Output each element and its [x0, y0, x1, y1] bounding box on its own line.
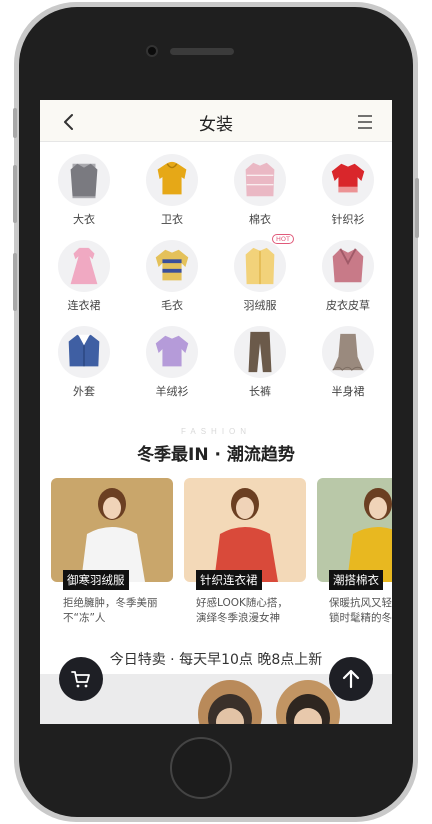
category-label: 连衣裙: [67, 299, 101, 312]
category-label: 棉衣: [249, 213, 271, 226]
hoodie-icon: [157, 161, 187, 195]
category-label: 羽绒服: [243, 299, 277, 312]
category-label: 皮衣皮草: [326, 299, 370, 312]
category-item[interactable]: 外套: [40, 324, 128, 410]
home-button[interactable]: [170, 737, 232, 799]
arrow-up-icon: [342, 669, 360, 689]
trend-card[interactable]: 御寒羽绒服拒绝臃肿，冬季美丽 不“冻”人: [51, 478, 173, 628]
fur-coat-icon: [332, 248, 364, 283]
trend-description: 拒绝臃肿，冬季美丽 不“冻”人: [63, 596, 175, 626]
category-thumb: [58, 240, 110, 292]
trend-photo: [184, 478, 306, 582]
category-thumb: [322, 154, 374, 206]
category-item[interactable]: 长裤: [216, 324, 304, 410]
trend-photo: [317, 478, 392, 582]
trend-desc-line: 保暖抗风又轻: [329, 597, 392, 609]
trend-section-title: 冬季最IN · 潮流趋势: [137, 445, 295, 465]
category-item[interactable]: 棉衣: [216, 152, 304, 238]
model-photo-image: [317, 478, 392, 582]
model-photo-image: [51, 478, 173, 582]
category-thumb: [234, 154, 286, 206]
volume-down-button: [13, 253, 17, 311]
volume-up-button: [13, 165, 17, 223]
category-label: 针织衫: [331, 213, 365, 226]
trend-tag: 潮搭棉衣: [329, 570, 383, 590]
trend-desc-line: 好感LOOK随心搭，: [196, 597, 288, 609]
coat-icon: [70, 163, 98, 199]
padded-jacket-icon: [245, 162, 275, 197]
category-thumb: [322, 326, 374, 378]
skirt-icon: [332, 333, 364, 371]
down-jacket-icon: [245, 247, 275, 285]
category-item[interactable]: HOT 羽绒服: [216, 234, 304, 324]
trend-card[interactable]: 潮搭棉衣保暖抗风又轻 锁时髦精的冬: [317, 478, 392, 628]
category-label: 长裤: [249, 385, 271, 398]
category-thumb: [146, 240, 198, 292]
category-item[interactable]: 皮衣皮草: [304, 238, 392, 324]
category-thumb: [146, 326, 198, 378]
trend-card[interactable]: 针织连衣裙好感LOOK随心搭， 演绎冬季浪漫女神: [184, 478, 306, 628]
category-thumb: [234, 326, 286, 378]
category-item[interactable]: 毛衣: [128, 238, 216, 324]
trend-tag: 御寒羽绒服: [63, 570, 129, 590]
cart-button[interactable]: [59, 657, 103, 701]
trend-desc-line: 拒绝臃肿，冬季美丽: [63, 597, 158, 609]
category-label: 羊绒衫: [155, 385, 189, 398]
category-label: 卫衣: [161, 213, 183, 226]
jacket-icon: [68, 334, 100, 367]
app-screen: 女装 大衣 卫衣 棉衣 针织衫连衣裙 毛衣 HOT 羽绒服 皮衣皮草外套 羊绒衫 长裤 半身裙 FA…: [40, 100, 392, 724]
category-item[interactable]: 大衣: [40, 152, 128, 238]
category-thumb: HOT: [234, 234, 294, 292]
category-label: 半身裙: [331, 385, 365, 398]
category-label: 外套: [73, 385, 95, 398]
dress-icon: [70, 247, 98, 285]
menu-icon[interactable]: [354, 111, 376, 133]
page-title: 女装: [199, 115, 233, 135]
category-item[interactable]: 半身裙: [304, 324, 392, 410]
trend-tag: 针织连衣裙: [196, 570, 262, 590]
nav-bar: 女装: [40, 100, 392, 142]
cashmere-icon: [155, 335, 189, 367]
shopping-cart-icon: [71, 671, 90, 688]
trend-photo: [51, 478, 173, 582]
category-thumb: [58, 154, 110, 206]
hot-badge: HOT: [272, 234, 294, 244]
trousers-icon: [248, 331, 272, 373]
trend-description: 好感LOOK随心搭， 演绎冬季浪漫女神: [196, 596, 308, 626]
trend-desc-line: 锁时髦精的冬: [329, 612, 392, 624]
category-label: 毛衣: [161, 299, 183, 312]
front-camera: [146, 45, 158, 57]
trend-desc-line: 演绎冬季浪漫女神: [196, 612, 280, 624]
trend-carousel[interactable]: 御寒羽绒服 拒绝臃肿，冬季美丽 不“冻”人 针织连衣裙 好感LOOK随心搭， 演绎冬季浪漫…: [51, 478, 392, 628]
knit-top-icon: [331, 163, 365, 193]
sweater-icon: [155, 249, 189, 281]
power-button: [415, 178, 419, 238]
earpiece-speaker: [170, 48, 234, 55]
mute-switch: [13, 108, 17, 138]
model-photo-image: [184, 478, 306, 582]
back-to-top-button[interactable]: [329, 657, 373, 701]
trend-description: 保暖抗风又轻 锁时髦精的冬: [329, 596, 392, 626]
category-item[interactable]: 针织衫: [304, 152, 392, 238]
category-thumb: [322, 240, 374, 292]
section-english-label: FASHION: [180, 427, 252, 436]
trend-desc-line: 不“冻”人: [63, 612, 106, 624]
category-item[interactable]: 羊绒衫: [128, 324, 216, 410]
category-thumb: [146, 154, 198, 206]
category-item[interactable]: 连衣裙: [40, 238, 128, 324]
category-thumb: [58, 326, 110, 378]
category-item[interactable]: 卫衣: [128, 152, 216, 238]
category-label: 大衣: [73, 213, 95, 226]
